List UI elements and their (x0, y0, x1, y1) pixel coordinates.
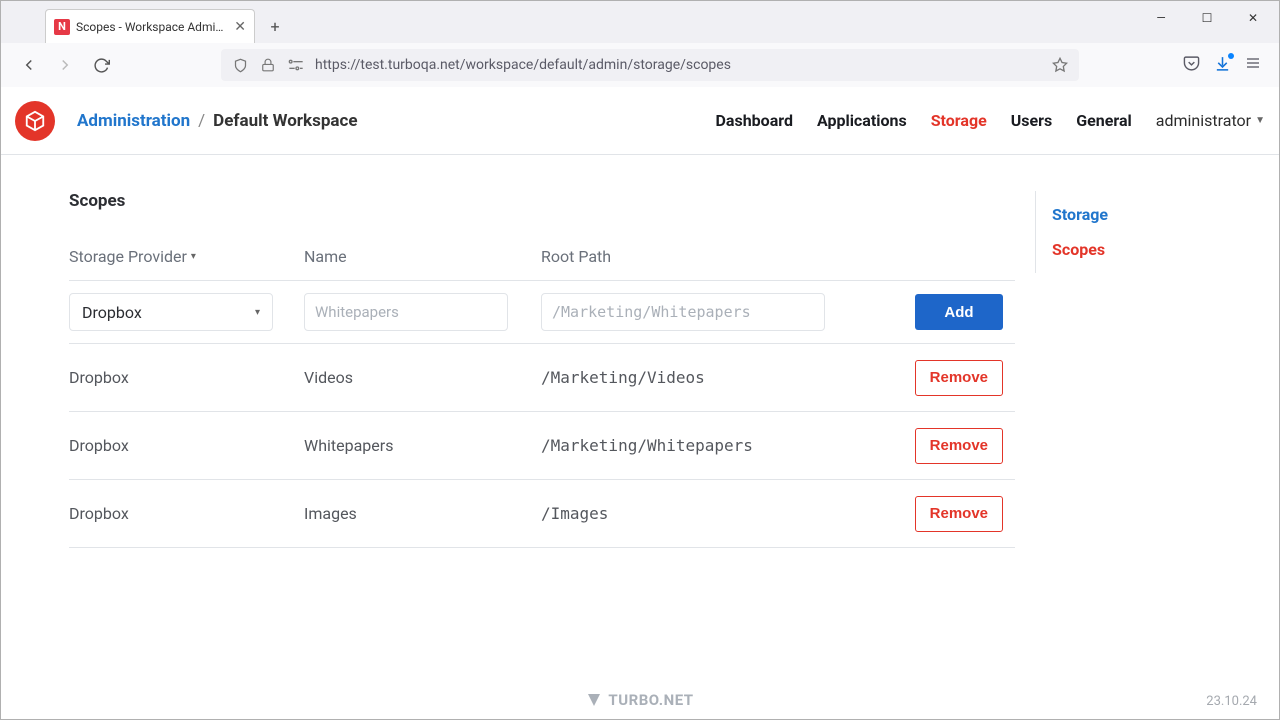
bookmark-icon[interactable] (1051, 57, 1069, 73)
sidenav-storage[interactable]: Storage (1048, 197, 1112, 232)
main-column: Scopes Storage Provider ▾ Name Root Path… (69, 191, 1015, 719)
sidenav-scopes[interactable]: Scopes (1048, 232, 1112, 267)
new-tab-button[interactable]: + (261, 12, 289, 40)
input-row: Dropbox ▾ Add (69, 281, 1015, 344)
menu-icon[interactable] (1245, 55, 1261, 75)
remove-button[interactable]: Remove (915, 428, 1003, 464)
maximize-button[interactable]: ☐ (1185, 3, 1229, 33)
brand-logo[interactable] (15, 101, 55, 141)
shield-icon (231, 58, 249, 73)
name-input[interactable] (304, 293, 508, 331)
close-icon[interactable]: ✕ (234, 19, 246, 35)
tab-title: Scopes - Workspace Administra (76, 20, 228, 34)
add-button[interactable]: Add (915, 294, 1003, 330)
permissions-icon (287, 59, 305, 71)
col-provider-label: Storage Provider (69, 247, 187, 266)
cell-path: /Marketing/Videos (541, 368, 885, 387)
url-text: https://test.turboqa.net/workspace/defau… (315, 57, 1041, 73)
table-row: Dropbox Videos /Marketing/Videos Remove (69, 344, 1015, 412)
minimize-button[interactable]: — (1139, 3, 1183, 33)
favicon: N (54, 19, 70, 35)
pocket-icon[interactable] (1183, 55, 1200, 76)
breadcrumb-admin[interactable]: Administration (77, 111, 190, 131)
close-window-button[interactable]: ✕ (1231, 3, 1275, 33)
root-path-input[interactable] (541, 293, 825, 331)
breadcrumb-current: Default Workspace (213, 111, 357, 131)
scopes-table: Storage Provider ▾ Name Root Path Dropbo… (69, 233, 1015, 548)
footer-brand: TURBO.NET (1, 691, 1279, 709)
footer-brand-text: TURBO.NET (608, 691, 693, 709)
reload-button[interactable] (85, 49, 117, 81)
cell-provider: Dropbox (69, 436, 304, 455)
breadcrumb-separator: / (198, 111, 205, 131)
chevron-down-icon: ▾ (255, 307, 260, 318)
forward-button[interactable] (49, 49, 81, 81)
user-menu[interactable]: administrator ▼ (1156, 111, 1265, 130)
user-name: administrator (1156, 111, 1251, 130)
browser-chrome: N Scopes - Workspace Administra ✕ + — ☐ … (1, 1, 1279, 87)
nav-dashboard[interactable]: Dashboard (716, 111, 793, 130)
col-provider[interactable]: Storage Provider ▾ (69, 247, 304, 266)
breadcrumb: Administration / Default Workspace (77, 111, 358, 131)
remove-button[interactable]: Remove (915, 496, 1003, 532)
url-box[interactable]: https://test.turboqa.net/workspace/defau… (221, 49, 1079, 81)
col-name: Name (304, 247, 541, 266)
caret-down-icon: ▼ (1255, 115, 1265, 126)
download-icon[interactable] (1214, 55, 1231, 76)
cell-provider: Dropbox (69, 368, 304, 387)
table-row: Dropbox Whitepapers /Marketing/Whitepape… (69, 412, 1015, 480)
cell-path: /Marketing/Whitepapers (541, 436, 885, 455)
section-title: Scopes (69, 191, 1015, 211)
side-nav: Storage Scopes (1035, 191, 1112, 273)
nav-tabs: Dashboard Applications Storage Users Gen… (716, 111, 1265, 130)
nav-users[interactable]: Users (1011, 111, 1052, 130)
sort-caret-icon: ▾ (191, 251, 196, 262)
cell-name: Videos (304, 368, 541, 387)
browser-tab[interactable]: N Scopes - Workspace Administra ✕ (45, 9, 255, 43)
provider-select-value: Dropbox (82, 303, 142, 322)
lock-icon (259, 58, 277, 72)
site-header: Administration / Default Workspace Dashb… (1, 87, 1279, 155)
cell-name: Images (304, 504, 541, 523)
back-button[interactable] (13, 49, 45, 81)
tab-bar: N Scopes - Workspace Administra ✕ + — ☐ … (1, 1, 1279, 43)
cell-path: /Images (541, 504, 885, 523)
brand-mark-icon (586, 692, 602, 708)
nav-general[interactable]: General (1076, 111, 1132, 130)
address-bar: https://test.turboqa.net/workspace/defau… (1, 43, 1279, 87)
provider-select[interactable]: Dropbox ▾ (69, 293, 273, 331)
nav-storage[interactable]: Storage (931, 111, 987, 130)
cell-provider: Dropbox (69, 504, 304, 523)
version-label: 23.10.24 (1206, 694, 1257, 709)
cell-name: Whitepapers (304, 436, 541, 455)
table-row: Dropbox Images /Images Remove (69, 480, 1015, 548)
content: Scopes Storage Provider ▾ Name Root Path… (1, 155, 1279, 719)
nav-applications[interactable]: Applications (817, 111, 907, 130)
remove-button[interactable]: Remove (915, 360, 1003, 396)
col-root-path: Root Path (541, 247, 885, 266)
table-header: Storage Provider ▾ Name Root Path (69, 233, 1015, 281)
